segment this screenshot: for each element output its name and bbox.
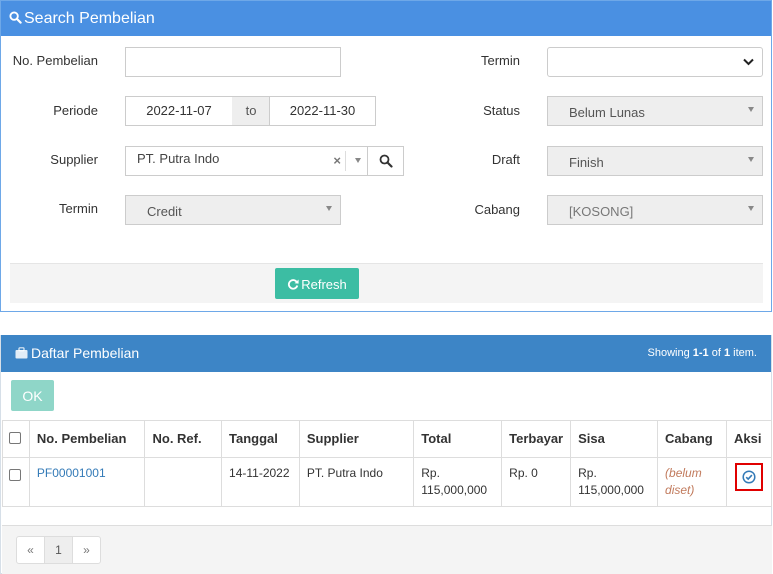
- total-cell: Rp. 115,000,000: [413, 457, 503, 507]
- cabang-cell: (belum diset): [657, 457, 727, 507]
- caret-down-icon: [355, 158, 361, 163]
- caret-down-icon: [748, 157, 754, 162]
- table-row: PF00001001 14-11-2022 PT. Putra Indo Rp.…: [2, 457, 773, 507]
- refresh-icon: [288, 279, 299, 290]
- select-all-checkbox[interactable]: [9, 432, 21, 444]
- clear-icon[interactable]: ×: [333, 153, 341, 168]
- search-panel: Search Pembelian No. Pembelian Periode 2…: [0, 0, 772, 312]
- pager-next[interactable]: »: [72, 536, 101, 564]
- pager-page-1[interactable]: 1: [44, 536, 73, 564]
- label-status: Status: [483, 103, 520, 118]
- cabang-select[interactable]: [KOSONG]: [547, 195, 763, 225]
- column-header[interactable]: Supplier: [298, 420, 415, 458]
- list-panel: Daftar Pembelian Showing 1-1 of 1 item. …: [0, 335, 773, 574]
- date-range-separator: to: [232, 96, 270, 126]
- briefcase-icon: [15, 347, 28, 359]
- chevron-down-icon: [743, 58, 754, 66]
- supplier-search-button[interactable]: [367, 146, 404, 176]
- list-panel-title: Daftar Pembelian: [31, 345, 140, 361]
- column-header[interactable]: Sisa: [570, 420, 659, 458]
- label-termin-right: Termin: [480, 53, 520, 68]
- search-footer: [10, 263, 763, 303]
- pagination: « 1 »: [16, 536, 101, 564]
- no-ref-cell: [144, 457, 223, 507]
- column-header: Aksi: [725, 420, 773, 458]
- terbayar-cell: Rp. 0: [501, 457, 572, 507]
- no-pembelian-link[interactable]: PF00001001: [37, 466, 106, 480]
- pembelian-table: No. Pembelian No. Ref. Tanggal Supplier …: [2, 420, 773, 507]
- date-to-input[interactable]: 2022-11-30: [269, 96, 376, 126]
- pagination-bar: « 1 »: [2, 525, 772, 574]
- row-checkbox[interactable]: [9, 469, 21, 481]
- column-header[interactable]: No. Ref.: [144, 420, 223, 458]
- table-header-row: No. Pembelian No. Ref. Tanggal Supplier …: [2, 420, 773, 458]
- label-draft: Draft: [491, 152, 520, 167]
- no-pembelian-input[interactable]: [125, 47, 341, 77]
- check-circle-icon: [742, 470, 756, 484]
- termin-select-right[interactable]: [547, 47, 763, 77]
- tanggal-cell: 14-11-2022: [221, 457, 300, 507]
- approve-action-button[interactable]: [734, 463, 763, 491]
- search-icon: [9, 11, 22, 24]
- column-header[interactable]: No. Pembelian: [28, 420, 146, 458]
- search-icon: [379, 154, 393, 168]
- column-header[interactable]: Total: [413, 420, 503, 458]
- search-panel-header: Search Pembelian: [1, 1, 771, 36]
- select-divider: [345, 151, 346, 171]
- caret-down-icon: [326, 206, 332, 211]
- ok-button[interactable]: OK: [11, 380, 54, 411]
- column-header[interactable]: Tanggal: [221, 420, 300, 458]
- termin-select-left[interactable]: Credit: [125, 195, 341, 225]
- label-no-pembelian: No. Pembelian: [12, 53, 98, 68]
- search-panel-title: Search Pembelian: [24, 10, 155, 27]
- label-termin-left: Termin: [58, 201, 98, 216]
- list-summary: Showing 1-1 of 1 item.: [647, 347, 758, 359]
- supplier-cell: PT. Putra Indo: [298, 457, 415, 507]
- caret-down-icon: [748, 206, 754, 211]
- draft-select[interactable]: Finish: [547, 146, 763, 176]
- pager-prev[interactable]: «: [16, 536, 45, 564]
- caret-down-icon: [748, 107, 754, 112]
- supplier-select[interactable]: PT. Putra Indo ×: [125, 146, 368, 176]
- column-header[interactable]: Terbayar: [501, 420, 572, 458]
- label-supplier: Supplier: [50, 152, 98, 167]
- column-header[interactable]: Cabang: [657, 420, 727, 458]
- list-panel-header: Daftar Pembelian Showing 1-1 of 1 item.: [1, 335, 771, 372]
- supplier-selected-value: PT. Putra Indo: [137, 151, 220, 166]
- status-select[interactable]: Belum Lunas: [547, 96, 763, 126]
- label-periode: Periode: [53, 103, 98, 118]
- refresh-button[interactable]: Refresh: [275, 268, 359, 299]
- date-from-input[interactable]: 2022-11-07: [125, 96, 233, 126]
- sisa-cell: Rp. 115,000,000: [570, 457, 659, 507]
- label-cabang: Cabang: [474, 202, 520, 217]
